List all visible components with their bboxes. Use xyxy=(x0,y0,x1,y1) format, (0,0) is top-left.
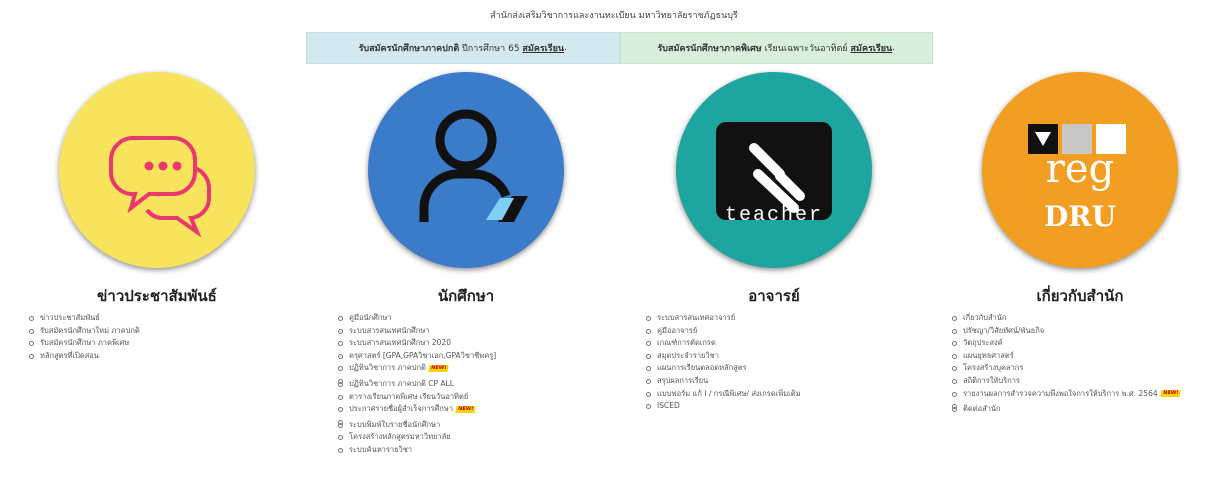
new-badge: NEW! xyxy=(428,364,449,372)
student-title: นักศึกษา xyxy=(437,287,495,305)
office-header: สำนักส่งเสริมวิชาการและงานทะเบียน มหาวิท… xyxy=(490,11,738,21)
regular-admission-title: รับสมัครนักศึกษาภาคปกติ xyxy=(358,44,460,54)
news-column: ข่าวประชาสัมพันธ์ ข่าวประชาสัมพันธ์ รับส… xyxy=(17,72,297,362)
list-item[interactable]: แผนการเรียนตลอดหลักสูตร xyxy=(646,362,914,375)
teacher-circle-button[interactable]: teacher xyxy=(676,72,872,268)
student-column: นักศึกษา คู่มือนักศึกษา ระบบสารสนเทศนักศ… xyxy=(326,72,606,457)
list-item[interactable]: ปฏิทินวิชาการ ภาคปกติ CP ALL xyxy=(338,378,606,391)
regular-admission-banner[interactable]: รับสมัครนักศึกษาภาคปกติ ปีการศึกษา 65 สม… xyxy=(306,32,620,64)
reg-logo-text: reg xyxy=(1045,146,1115,192)
list-item[interactable]: แผนยุทธศาสตร์ xyxy=(952,350,1220,363)
news-title: ข่าวประชาสัมพันธ์ xyxy=(97,287,217,305)
teacher-icon xyxy=(716,122,832,220)
special-apply-link[interactable]: สมัครเรียน xyxy=(851,41,893,55)
about-column: reg DRU เกี่ยวกับสำนัก เกี่ยวกับสำนัก ปร… xyxy=(940,72,1220,416)
list-item[interactable]: สรุปผลการเรียน xyxy=(646,375,914,388)
about-circle-button[interactable]: reg DRU xyxy=(982,72,1178,268)
new-badge: NEW! xyxy=(455,405,476,413)
student-icon xyxy=(419,109,528,222)
list-item[interactable]: ครุศาสตร์ [GPA,GPAวิชาเอก,GPAวิชาชีพครู] xyxy=(338,350,606,363)
student-circle-button[interactable] xyxy=(368,72,564,268)
list-item[interactable]: คู่มืออาจารย์ xyxy=(646,325,914,338)
list-item[interactable]: ปรัชญา/วิสัยทัศน์/พันธกิจ xyxy=(952,325,1220,338)
list-item[interactable]: หลักสูตรที่เปิดสอน xyxy=(29,350,297,363)
list-item[interactable]: คู่มือนักศึกษา xyxy=(338,312,606,325)
news-links: ข่าวประชาสัมพันธ์ รับสมัครนักศึกษาใหม่ ภ… xyxy=(17,312,297,362)
list-item[interactable]: โครงสร้างบุคลากร xyxy=(952,362,1220,375)
list-item[interactable]: รายงานผลการสำรวจความพึงพอใจการให้บริการ … xyxy=(952,388,1220,401)
special-admission-detail: เรียนเฉพาะวันอาทิตย์ xyxy=(761,44,851,54)
list-item[interactable]: เกณฑ์การตัดเกรด xyxy=(646,337,914,350)
list-item[interactable]: ข่าวประชาสัมพันธ์ xyxy=(29,312,297,325)
list-item[interactable]: ประกาศรายชื่อผู้สำเร็จการศึกษา NEW! xyxy=(338,403,606,416)
list-item[interactable]: สถิติการให้บริการ xyxy=(952,375,1220,388)
list-item[interactable]: ระบบพิมพ์ใบรายชื่อนักศึกษา xyxy=(338,419,606,432)
student-links: คู่มือนักศึกษา ระบบสารสนเทศนักศึกษา ระบบ… xyxy=(326,312,606,457)
teacher-title: อาจารย์ xyxy=(748,287,800,305)
list-item[interactable]: ระบบสารสนเทศนักศึกษา xyxy=(338,325,606,338)
list-item[interactable]: ตารางเรียนภาคพิเศษ เรียนวันอาทิตย์ xyxy=(338,391,606,404)
chat-bubbles-icon xyxy=(108,136,212,238)
special-admission-banner[interactable]: รับสมัครนักศึกษาภาคพิเศษ เรียนเฉพาะวันอา… xyxy=(619,32,933,64)
special-admission-title: รับสมัครนักศึกษาภาคพิเศษ xyxy=(657,44,762,54)
list-item[interactable]: ระบบสารสนเทศนักศึกษา 2020 xyxy=(338,337,606,350)
about-title: เกี่ยวกับสำนัก xyxy=(1036,287,1124,305)
admission-banners: รับสมัครนักศึกษาภาคปกติ ปีการศึกษา 65 สม… xyxy=(306,32,933,64)
list-item[interactable]: สมุดประจำรายวิชา xyxy=(646,350,914,363)
regular-apply-link[interactable]: สมัครเรียน xyxy=(522,41,564,55)
list-item[interactable]: เกี่ยวกับสำนัก xyxy=(952,312,1220,325)
list-item[interactable]: แบบฟอร์ม แก้ I / กรณีพิเศษ/ ส่งเกรดเพิ่ม… xyxy=(646,388,914,401)
list-item[interactable]: วัตถุประสงค์ xyxy=(952,337,1220,350)
list-item[interactable]: ติดต่อสำนัก xyxy=(952,403,1220,416)
teacher-links: ระบบสารสนเทศอาจารย์ คู่มืออาจารย์ เกณฑ์ก… xyxy=(634,312,914,413)
dru-logo-text: DRU xyxy=(1044,200,1116,233)
list-item[interactable]: ปฏิทินวิชาการ ภาคปกติ NEW! xyxy=(338,362,606,375)
new-badge: NEW! xyxy=(1159,390,1181,398)
regular-admission-detail: ปีการศึกษา 65 xyxy=(459,44,523,54)
list-item[interactable]: รับสมัครนักศึกษา ภาคพิเศษ xyxy=(29,337,297,350)
teacher-logo-text: teacher xyxy=(724,204,823,227)
about-links: เกี่ยวกับสำนัก ปรัชญา/วิสัยทัศน์/พันธกิจ… xyxy=(940,312,1220,416)
list-item[interactable]: รับสมัครนักศึกษาใหม่ ภาคปกติ xyxy=(29,325,297,338)
teacher-column: teacher อาจารย์ ระบบสารสนเทศอาจารย์ คู่ม… xyxy=(634,72,914,413)
list-item[interactable]: ISCED xyxy=(646,400,914,413)
list-item[interactable]: ระบบค้นหารายวิชา xyxy=(338,444,606,457)
list-item[interactable]: โครงสร้างหลักสูตรมหาวิทยาลัย xyxy=(338,431,606,444)
list-item[interactable]: ระบบสารสนเทศอาจารย์ xyxy=(646,312,914,325)
news-circle-button[interactable] xyxy=(59,72,255,268)
